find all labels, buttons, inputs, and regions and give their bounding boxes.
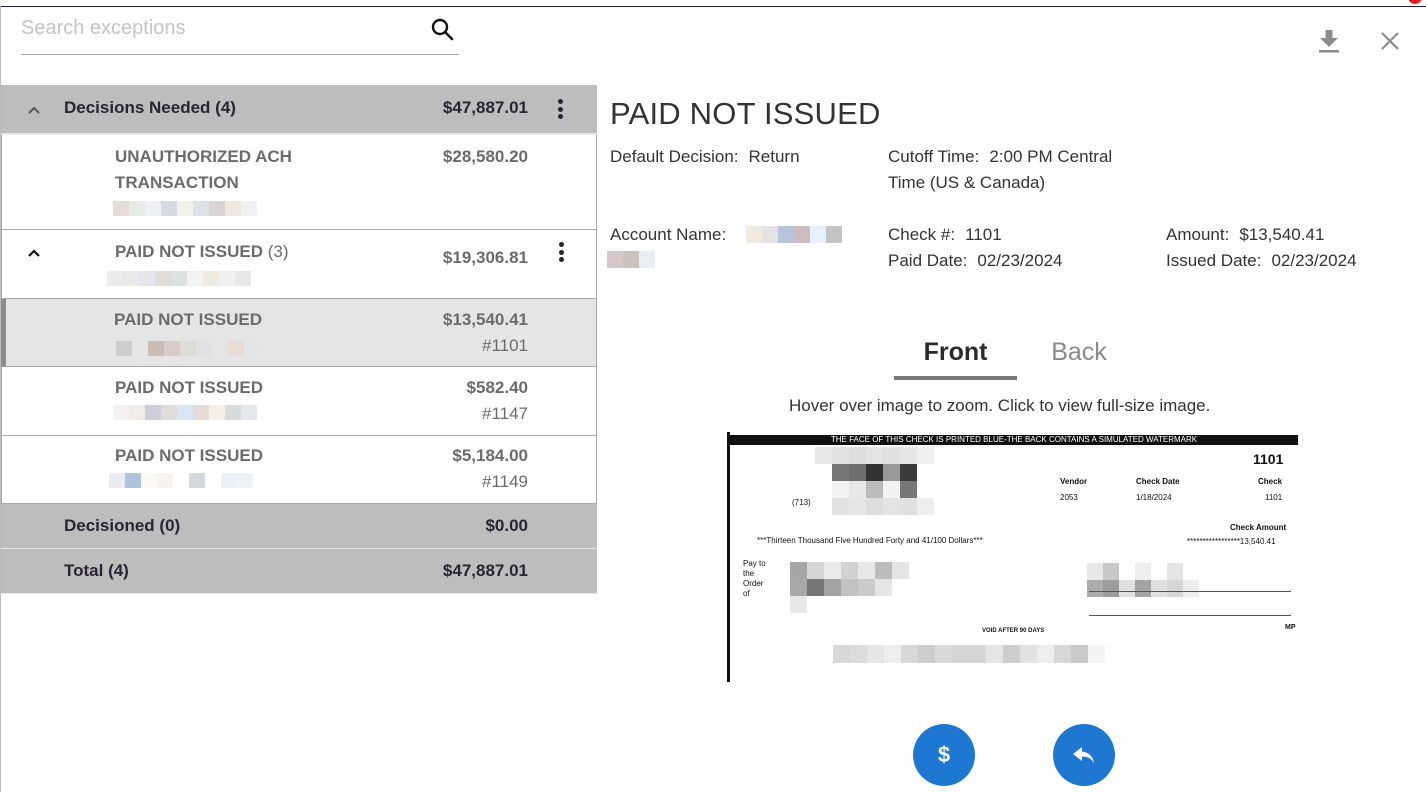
micr-redacted [833, 645, 1105, 663]
check-amount-words: ***Thirteen Thousand Five Hundred Forty … [757, 536, 983, 545]
pay-to-label: Pay to [743, 559, 766, 568]
exception-type: UNAUTHORIZED ACH TRANSACTION [115, 147, 292, 192]
search-bar [21, 14, 459, 55]
check-image[interactable]: THE FACE OF THIS CHECK IS PRINTED BLUE-T… [727, 432, 1298, 682]
signature-line [1089, 591, 1291, 592]
reply-icon [1073, 747, 1094, 763]
search-icon[interactable] [430, 17, 456, 43]
field-label: Issued Date: [1166, 251, 1262, 270]
field-label: Cutoff Time: [888, 147, 980, 166]
account-redacted [113, 405, 257, 420]
field-value: 02/23/2024 [1271, 251, 1357, 270]
summary-amount: $47,887.01 [442, 561, 528, 580]
pay-button[interactable]: $ [913, 724, 975, 786]
active-tab-indicator [894, 376, 1017, 380]
top-border [0, 6, 1426, 7]
check-label: Check [1258, 477, 1283, 486]
tab-back[interactable]: Back [1044, 338, 1114, 367]
check-amount-value: *****************13,540.41 [1187, 537, 1276, 546]
field-label: Default Decision: [610, 147, 739, 166]
pay-to-label: the [743, 569, 755, 578]
check-date-label: Check Date [1136, 477, 1180, 486]
close-icon[interactable] [1380, 31, 1400, 51]
check-date-value: 1/18/2024 [1136, 493, 1172, 502]
exception-amount: $582.40 [466, 378, 528, 397]
group-title: Decisions Needed (4) [64, 98, 236, 117]
account-redacted [109, 473, 253, 488]
check-vendor-value: 2053 [1060, 493, 1078, 502]
decisioned-summary[interactable]: Decisioned (0) $0.00 [1, 504, 597, 549]
group-amount: $47,887.01 [442, 98, 528, 117]
check-number: #1101 [481, 336, 528, 355]
summary-label: Total (4) [64, 561, 129, 580]
check-number-field: Check #: 1101 Paid Date: 02/23/2024 [888, 222, 1062, 274]
check-number: #1149 [481, 472, 528, 491]
check-number-printed: 1101 [1253, 451, 1284, 467]
field-label: Account Name: [610, 225, 727, 244]
exception-amount: $19,306.81 [442, 248, 528, 267]
exception-item[interactable]: PAID NOT ISSUED $582.40 #1147 [1, 367, 597, 436]
payee-redacted [790, 562, 909, 613]
summary-amount: $0.00 [485, 516, 528, 535]
exceptions-list: Decisions Needed (4) $47,887.01 UNAUTHOR… [1, 85, 597, 594]
exception-item-selected[interactable]: PAID NOT ISSUED $13,540.41 #1101 [1, 299, 597, 367]
exception-item[interactable]: PAID NOT ISSUED $5,184.00 #1149 [1, 436, 597, 504]
download-icon[interactable] [1318, 28, 1340, 54]
notification-badge [1408, 0, 1422, 4]
group-header-decisions-needed[interactable]: Decisions Needed (4) $47,887.01 [1, 85, 597, 135]
account-redacted [116, 341, 260, 356]
image-hint: Hover over image to zoom. Click to view … [789, 396, 1211, 415]
field-value: 02/23/2024 [977, 251, 1063, 270]
summary-label: Decisioned (0) [64, 516, 181, 535]
pay-to-label: of [743, 589, 750, 598]
exception-type: PAID NOT ISSUED [114, 310, 262, 329]
account-name-redacted [746, 226, 842, 243]
more-vertical-icon[interactable] [557, 242, 565, 264]
account-redacted [113, 201, 257, 216]
account-redacted [107, 271, 251, 286]
check-amount-label: Check Amount [1230, 523, 1287, 532]
tab-front[interactable]: Front [894, 338, 1017, 367]
exception-type: PAID NOT ISSUED [115, 446, 263, 465]
exception-type: PAID NOT ISSUED (3) [115, 242, 289, 261]
signature-line [1089, 615, 1291, 616]
field-label: Paid Date: [888, 251, 968, 270]
cutoff-time-field: Cutoff Time: 2:00 PM Central Time (US & C… [888, 144, 1112, 196]
pay-to-label: Order [743, 579, 764, 588]
field-value: $13,540.41 [1239, 225, 1325, 244]
check-number: #1147 [481, 404, 528, 423]
dollar-icon: $ [937, 742, 951, 767]
amount-field: Amount: $13,540.41 Issued Date: 02/23/2024 [1166, 222, 1357, 274]
exception-amount: $13,540.41 [442, 310, 528, 329]
field-label: Check #: [888, 225, 956, 244]
default-decision-field: Default Decision: Return [610, 144, 800, 170]
exception-amount: $5,184.00 [452, 446, 528, 465]
more-vertical-icon[interactable] [556, 99, 564, 121]
exception-item[interactable]: UNAUTHORIZED ACH TRANSACTION $28,580.20 [1, 135, 597, 230]
payer-redacted [815, 447, 934, 515]
total-summary: Total (4) $47,887.01 [1, 549, 597, 594]
exception-type: PAID NOT ISSUED [115, 378, 263, 397]
void-notice: VOID AFTER 90 DAYS [982, 628, 1045, 634]
search-input[interactable] [21, 14, 411, 42]
account-name-redacted-2 [607, 251, 655, 268]
check-banner: THE FACE OF THIS CHECK IS PRINTED BLUE-T… [730, 435, 1298, 445]
mp-lock-icon: MP [1285, 624, 1296, 631]
field-value: Time (US & Canada) [888, 173, 1046, 192]
exception-group-paid-not-issued[interactable]: PAID NOT ISSUED (3) $19,306.81 [1, 230, 597, 299]
detail-title: PAID NOT ISSUED [610, 96, 881, 131]
field-label: Amount: [1166, 225, 1230, 244]
field-value: Return [748, 147, 800, 166]
check-phone: (713) [792, 498, 811, 507]
chevron-up-icon[interactable] [26, 102, 42, 118]
chevron-up-icon[interactable] [26, 245, 42, 261]
return-button[interactable] [1053, 724, 1115, 786]
check-vendor-label: Vendor [1060, 477, 1088, 486]
field-value: 1101 [965, 225, 1002, 244]
field-value: 2:00 PM Central [989, 147, 1113, 166]
account-name-field: Account Name: [610, 222, 736, 248]
check-value: 1101 [1265, 493, 1283, 502]
exception-amount: $28,580.20 [442, 147, 528, 166]
